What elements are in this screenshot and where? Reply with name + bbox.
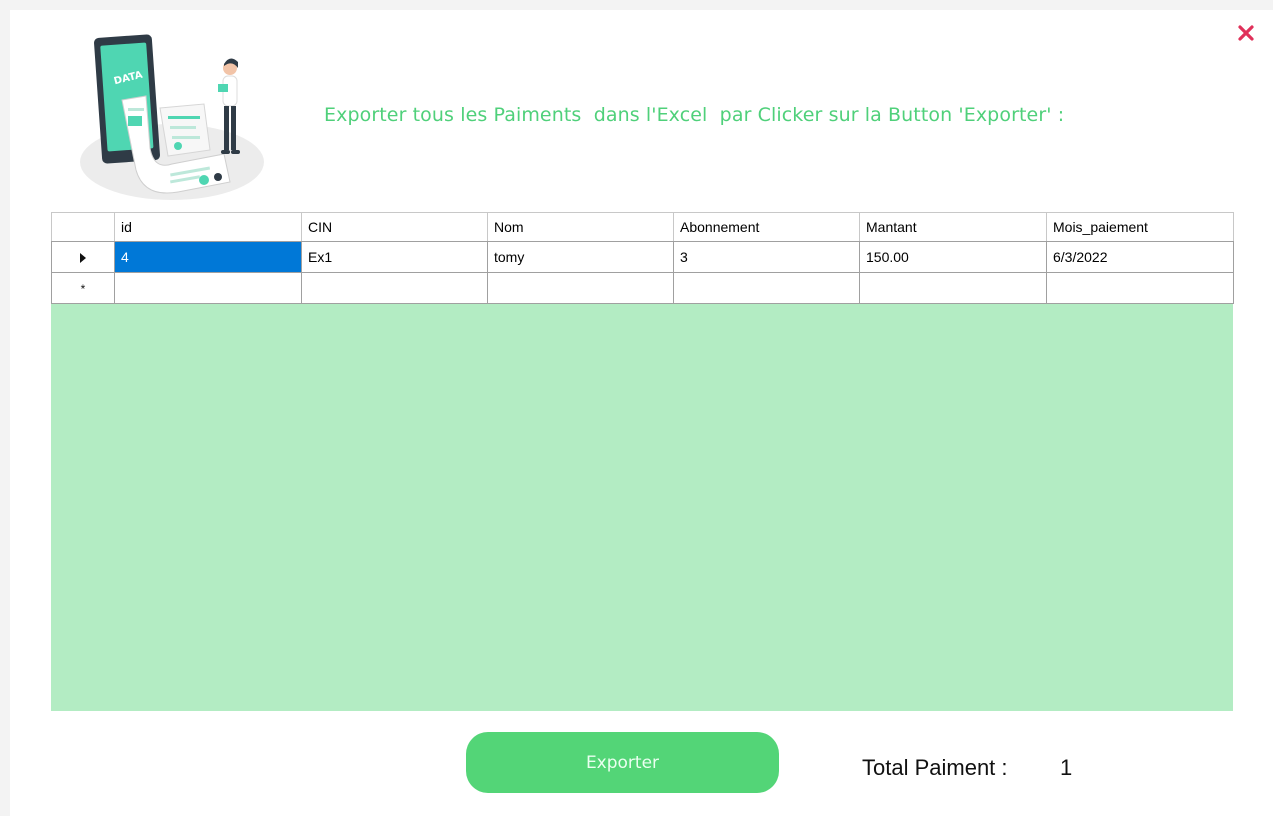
new-cell-nom[interactable] [487,272,674,304]
column-header-mantant[interactable]: Mantant [859,212,1047,242]
row-header-corner [51,212,115,242]
payments-grid[interactable]: id CIN Nom Abonnement Mantant Mois_paiem… [51,212,1234,711]
new-cell-mantant[interactable] [859,272,1047,304]
table-header-row: id CIN Nom Abonnement Mantant Mois_paiem… [51,212,1234,242]
new-row[interactable]: * [51,272,1234,304]
new-row-header[interactable]: * [51,272,115,304]
payments-table: id CIN Nom Abonnement Mantant Mois_paiem… [51,212,1234,304]
cell-abonnement[interactable]: 3 [673,241,860,273]
new-cell-mois-paiement[interactable] [1046,272,1234,304]
row-pointer-icon [80,253,86,264]
total-label: Total Paiment : [862,755,1008,780]
cell-nom[interactable]: tomy [487,241,674,273]
cell-mois-paiement[interactable]: 6/3/2022 [1046,241,1234,273]
column-header-abonnement[interactable]: Abonnement [673,212,860,242]
export-button[interactable]: Exporter [466,732,779,793]
new-cell-id[interactable] [114,272,302,304]
column-header-mois-paiement[interactable]: Mois_paiement [1046,212,1234,242]
column-header-cin[interactable]: CIN [301,212,488,242]
data-report-illustration-icon: DATA [74,30,270,202]
table-row[interactable]: 4 Ex1 tomy 3 150.00 6/3/2022 [51,241,1234,273]
new-cell-cin[interactable] [301,272,488,304]
new-cell-abonnement[interactable] [673,272,860,304]
export-dialog: DATA Exporter tous les Paiments dans l'E… [10,10,1273,816]
cell-mantant[interactable]: 150.00 [859,241,1047,273]
column-header-id[interactable]: id [114,212,302,242]
close-icon[interactable] [1233,20,1259,46]
export-instructions: Exporter tous les Paiments dans l'Excel … [324,104,1065,126]
new-row-star-icon: * [80,282,86,296]
cell-id[interactable]: 4 [114,241,302,273]
row-header[interactable] [51,241,115,273]
column-header-nom[interactable]: Nom [487,212,674,242]
total-value: 1 [1060,755,1073,780]
cell-cin[interactable]: Ex1 [301,241,488,273]
